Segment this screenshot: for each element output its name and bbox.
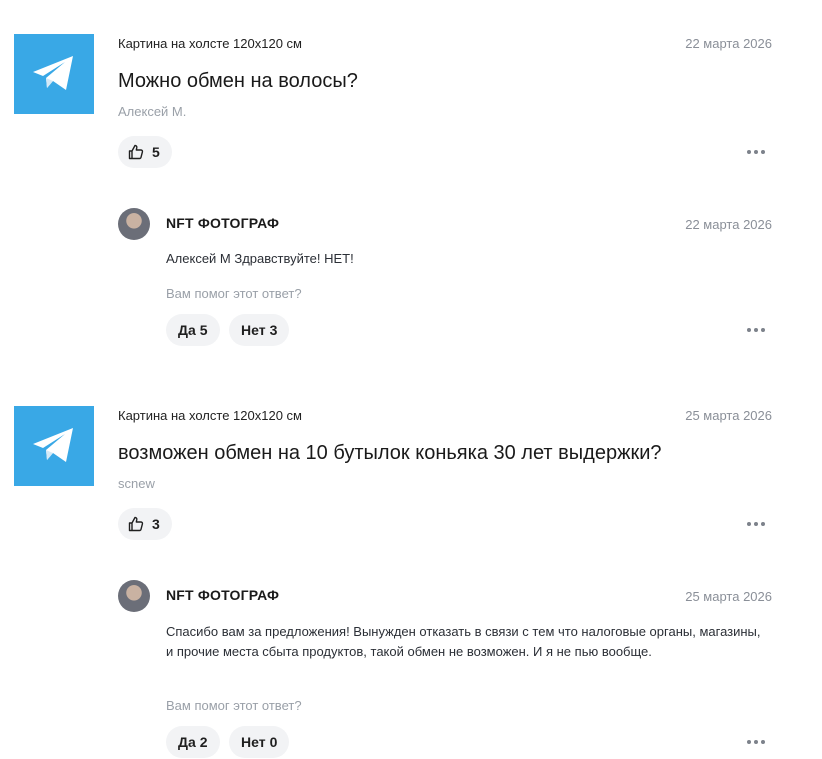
like-count: 3 [152, 516, 160, 532]
vote-no-button[interactable]: Нет 0 [229, 726, 290, 758]
answer-text: Алексей М Здравствуйте! НЕТ! [166, 251, 354, 266]
vote-yes-label: Да [178, 322, 196, 338]
seller-avatar [118, 208, 150, 240]
more-options-icon[interactable] [746, 732, 766, 752]
helpful-prompt: Вам помог этот ответ? [166, 698, 302, 713]
telegram-icon [33, 428, 73, 462]
vote-no-count: 0 [269, 734, 278, 750]
vote-no-count: 3 [269, 322, 278, 338]
question-author: scnew [118, 476, 155, 491]
like-count: 5 [152, 144, 160, 160]
answer-date: 22 марта 2026 [685, 217, 772, 232]
product-name[interactable]: Картина на холсте 120x120 см [118, 408, 302, 423]
question-date: 25 марта 2026 [685, 408, 772, 423]
question-card: Картина на холсте 120x120 см 25 марта 20… [0, 372, 822, 759]
question-card: Картина на холсте 120x120 см 22 марта 20… [0, 0, 822, 372]
product-thumbnail[interactable] [14, 406, 94, 486]
more-options-icon[interactable] [746, 320, 766, 340]
vote-yes-button[interactable]: Да 5 [166, 314, 220, 346]
product-thumbnail[interactable] [14, 34, 94, 114]
question-date: 22 марта 2026 [685, 36, 772, 51]
vote-no-label: Нет [241, 322, 266, 338]
product-name[interactable]: Картина на холсте 120x120 см [118, 36, 302, 51]
seller-avatar [118, 580, 150, 612]
like-button[interactable]: 5 [118, 136, 172, 168]
thumbs-up-icon [128, 516, 144, 532]
vote-yes-count: 5 [199, 322, 208, 338]
vote-yes-button[interactable]: Да 2 [166, 726, 220, 758]
answer-text: Спасибо вам за предложения! Вынужден отк… [166, 624, 761, 659]
question-text: возможен обмен на 10 бутылок коньяка 30 … [118, 442, 662, 464]
vote-yes-label: Да [178, 734, 196, 750]
more-options-icon[interactable] [746, 514, 766, 534]
more-options-icon[interactable] [746, 142, 766, 162]
thumbs-up-icon [128, 144, 144, 160]
telegram-icon [33, 56, 73, 90]
vote-yes-count: 2 [199, 734, 208, 750]
helpful-prompt: Вам помог этот ответ? [166, 286, 302, 301]
vote-no-button[interactable]: Нет 3 [229, 314, 290, 346]
answer-date: 25 марта 2026 [685, 589, 772, 604]
question-text: Можно обмен на волосы? [118, 70, 358, 92]
seller-name[interactable]: NFT ФОТОГРАФ [166, 587, 279, 603]
seller-name[interactable]: NFT ФОТОГРАФ [166, 215, 279, 231]
vote-no-label: Нет [241, 734, 266, 750]
like-button[interactable]: 3 [118, 508, 172, 540]
question-author: Алексей М. [118, 104, 187, 119]
